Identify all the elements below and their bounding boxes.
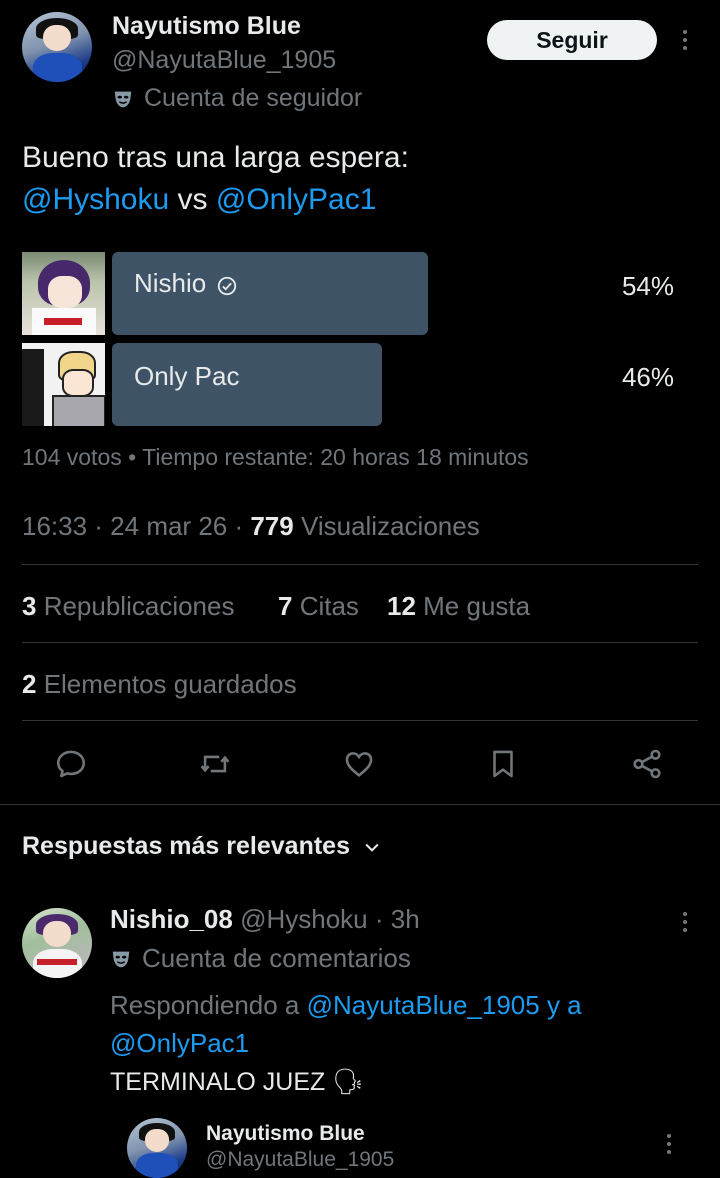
check-circle-icon	[216, 273, 238, 295]
reply-time: · 3h	[367, 904, 420, 934]
tweet-meta: 16:33 · 24 mar 26 · 779 Visualizaciones	[22, 511, 480, 542]
share-icon[interactable]	[627, 744, 667, 784]
reply-text-content: TERMINALO JUEZ	[110, 1068, 326, 1096]
quotes-label: Citas	[292, 591, 359, 621]
poll-meta: 104 votos • Tiempo restante: 20 horas 18…	[22, 444, 529, 470]
section-divider	[0, 804, 720, 805]
mask-icon	[110, 948, 132, 970]
mention-link[interactable]: @NayutaBlue_1905	[307, 990, 540, 1020]
reply-more-options-icon[interactable]	[680, 912, 690, 932]
saves-stat[interactable]: 2 Elementos guardados	[22, 669, 297, 700]
nested-more-options-icon[interactable]	[664, 1134, 674, 1154]
likes-stat[interactable]: 12 Me gusta	[387, 591, 530, 622]
reply-header: Nishio_08 @Hyshoku · 3h	[110, 904, 420, 935]
poll-option-label: Nishio	[134, 268, 207, 298]
reposts-count: 3	[22, 591, 37, 621]
author-name[interactable]: Nayutismo Blue	[112, 12, 301, 41]
reply-badge-label: Cuenta de comentarios	[142, 943, 411, 973]
likes-count: 12	[387, 591, 416, 621]
poll-option-percent: 54%	[621, 271, 674, 301]
reply-author-handle[interactable]: @Hyshoku	[240, 904, 368, 934]
saves-label: Elementos guardados	[36, 669, 297, 699]
replying-prefix: Respondiendo a	[110, 990, 307, 1020]
tweet-timestamp[interactable]: 16:33 · 24 mar 26 ·	[22, 511, 250, 541]
chevron-down-icon	[362, 837, 382, 857]
poll-option-image	[22, 252, 105, 335]
views-count: 779	[250, 511, 294, 541]
follow-button[interactable]: Seguir	[487, 20, 657, 60]
reply-avatar[interactable]	[22, 908, 92, 978]
poll-option: Only Pac	[134, 361, 240, 392]
vs-text: vs	[177, 183, 208, 216]
mention-link[interactable]: @OnlyPac1	[110, 1028, 249, 1058]
author-handle[interactable]: @NayutaBlue_1905	[112, 46, 336, 75]
poll-option-percent: 46%	[621, 362, 674, 392]
divider	[22, 720, 698, 721]
nested-reply-author-handle[interactable]: @NayutaBlue_1905	[206, 1148, 394, 1172]
divider	[22, 642, 698, 643]
reply-author-name[interactable]: Nishio_08	[110, 904, 233, 934]
reply-badge: Cuenta de comentarios	[110, 943, 411, 974]
replies-sort-label: Respuestas más relevantes	[22, 832, 350, 860]
views-label: Visualizaciones	[293, 511, 480, 541]
poll-option-label: Only Pac	[134, 361, 240, 391]
quotes-stat[interactable]: 7 Citas	[278, 591, 359, 622]
mention-link[interactable]: @OnlyPac1	[216, 183, 377, 216]
follower-badge: Cuenta de seguidor	[112, 84, 362, 113]
bookmark-icon[interactable]	[483, 744, 523, 784]
saves-count: 2	[22, 669, 37, 699]
more-options-icon[interactable]	[680, 30, 690, 50]
tweet-text-line1: Bueno tras una larga espera:	[22, 141, 409, 174]
nested-reply-author-name[interactable]: Nayutismo Blue	[206, 1122, 365, 1146]
retweet-icon[interactable]	[195, 744, 235, 784]
reply-text: TERMINALO JUEZ 🗣	[110, 1068, 364, 1097]
quotes-count: 7	[278, 591, 293, 621]
replying-to: Respondiendo a @NayutaBlue_1905 y a @Onl…	[110, 986, 670, 1062]
nested-reply-avatar[interactable]	[127, 1118, 187, 1178]
replies-sort-dropdown[interactable]: Respuestas más relevantes	[22, 832, 382, 861]
reply-icon[interactable]	[51, 744, 91, 784]
tweet-text-line2: @Hyshoku vs @OnlyPac1	[22, 183, 376, 217]
divider	[22, 564, 698, 565]
like-icon[interactable]	[339, 744, 379, 784]
replying-and: y a	[539, 990, 582, 1020]
mask-icon	[112, 88, 134, 110]
follower-badge-label: Cuenta de seguidor	[144, 84, 363, 112]
likes-label: Me gusta	[415, 591, 531, 621]
speaking-head-emoji: 🗣	[332, 1068, 364, 1096]
poll-option: Nishio	[134, 268, 238, 299]
reposts-stat[interactable]: 3 Republicaciones	[22, 591, 234, 622]
reposts-label: Republicaciones	[36, 591, 235, 621]
author-avatar[interactable]	[22, 12, 92, 82]
mention-link[interactable]: @Hyshoku	[22, 183, 169, 216]
poll-option-image	[22, 343, 105, 426]
